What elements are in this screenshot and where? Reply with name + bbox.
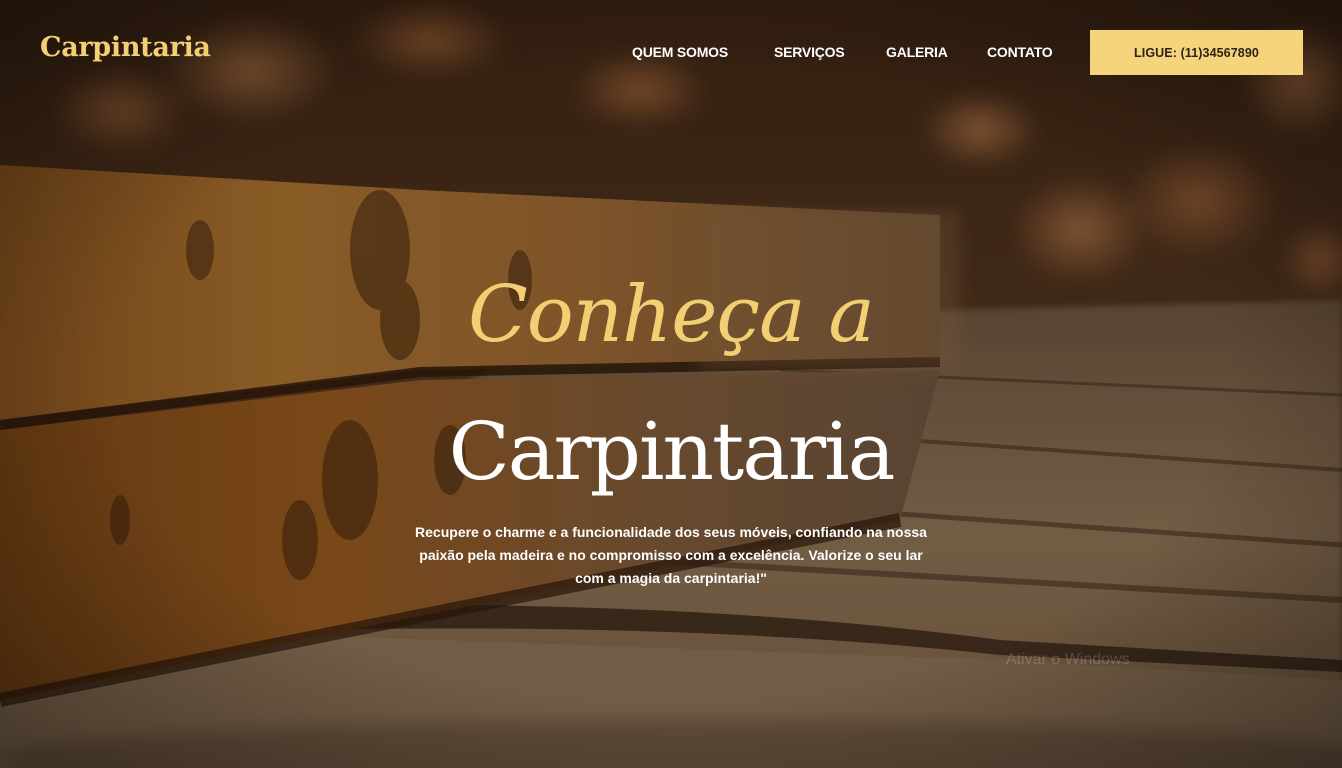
hero-description: Recupere o charme e a funcionalidade dos… (415, 524, 927, 586)
hero-section: Conheça a Carpintaria Recupere o charme … (0, 0, 1342, 768)
hero-title: Carpintaria (448, 405, 896, 498)
os-activation-watermark: Ativar o Windows (1006, 651, 1130, 668)
hero-kicker: Conheça a (468, 270, 875, 360)
